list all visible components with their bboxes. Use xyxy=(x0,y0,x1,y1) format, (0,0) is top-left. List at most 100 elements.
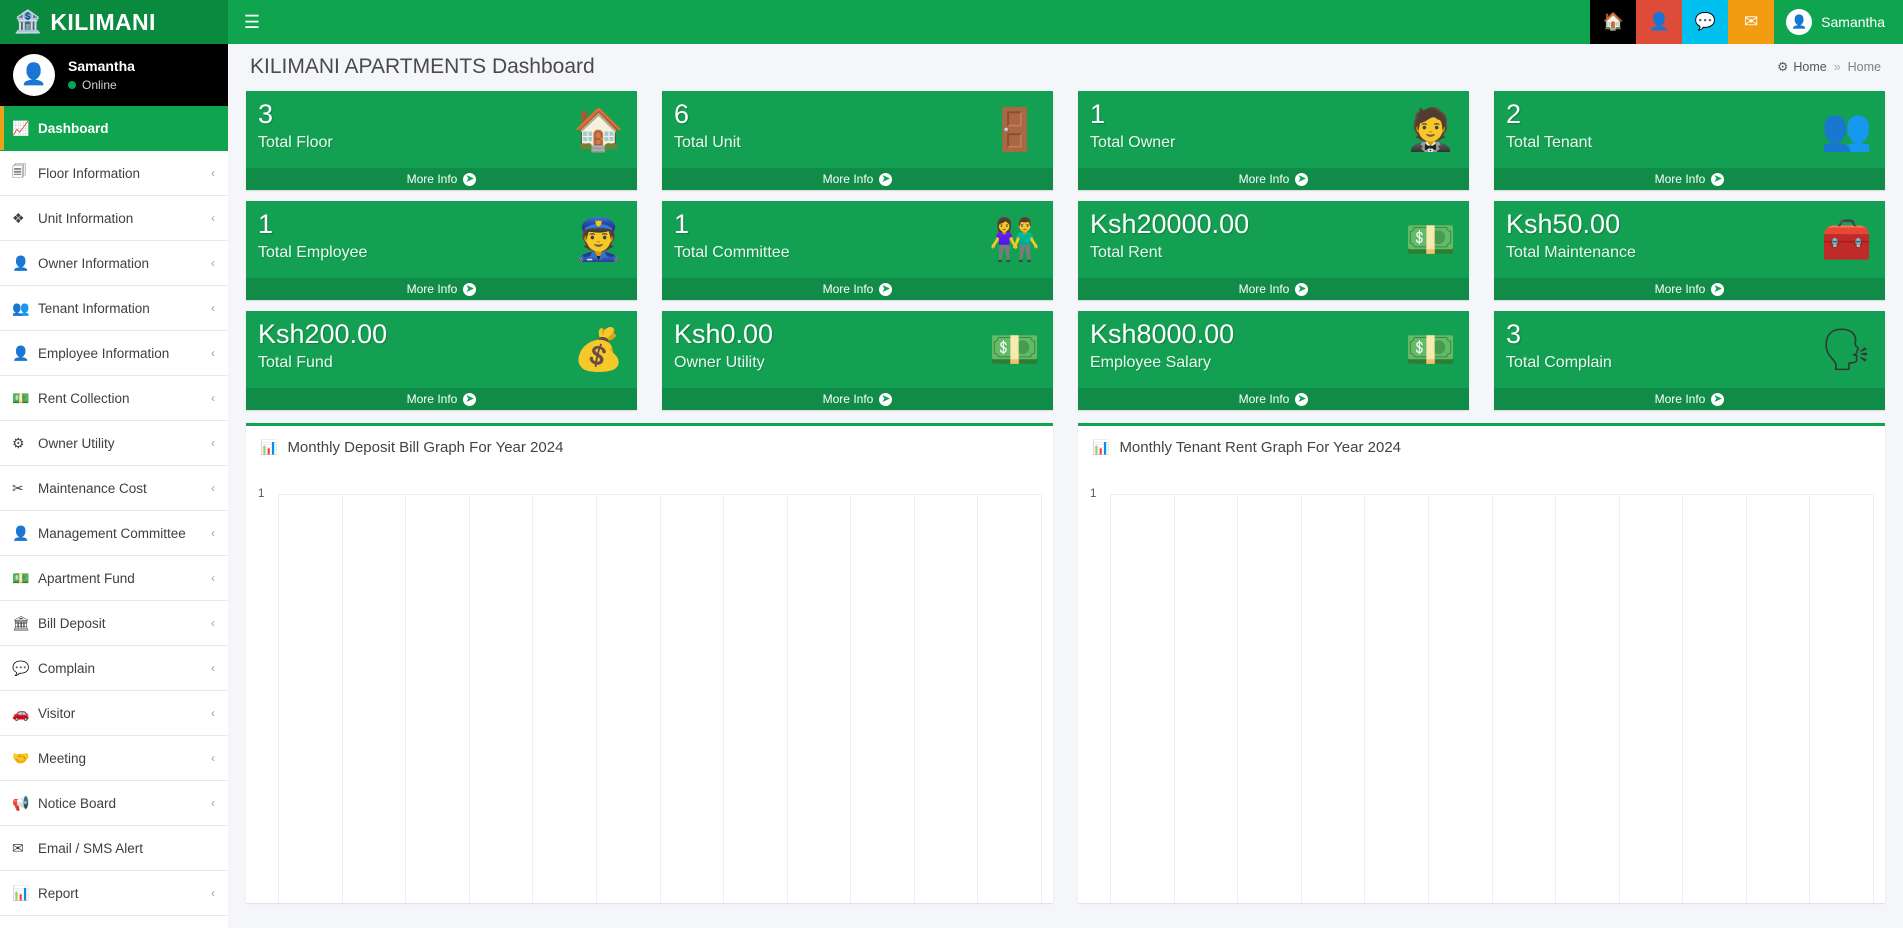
bank-icon: 🏛 xyxy=(12,614,30,631)
sidebar-user-name: Samantha xyxy=(68,58,135,74)
stat-card-label: Total Unit xyxy=(674,134,741,152)
arrow-right-icon: ➤ xyxy=(1711,392,1725,406)
stat-cards-grid: 3 Total Floor 🏠 More Info ➤ 6 Total Unit 🚪 More … xyxy=(246,89,1885,410)
stat-card: Ksh50.00 Total Maintenance 🧰 More Info ➤ xyxy=(1494,201,1885,300)
comments-icon: 💬 xyxy=(12,659,30,676)
toolbox-icon: 🧰 xyxy=(1820,216,1872,262)
user-avatar-icon: 👤 xyxy=(1786,9,1813,35)
stat-card-value: Ksh0.00 xyxy=(674,319,774,349)
stat-card-body: Ksh20000.00 Total Rent 💵 xyxy=(1078,201,1469,278)
sidebar-item-maintenance-cost[interactable]: ✂ Maintenance Cost ‹ xyxy=(0,466,228,511)
chart-plot-area: 1 xyxy=(246,468,1053,903)
sidebar-item-label: Bill Deposit xyxy=(38,615,106,631)
chart-canvas: 1 xyxy=(1090,474,1874,903)
more-info-button[interactable]: More Info ➤ xyxy=(662,388,1053,410)
more-info-button[interactable]: More Info ➤ xyxy=(1494,278,1885,300)
more-info-button[interactable]: More Info ➤ xyxy=(246,168,637,190)
chart-gridline xyxy=(1173,495,1175,903)
breadcrumb-separator: » xyxy=(1833,59,1841,74)
businessman-icon: 🤵 xyxy=(1404,106,1456,152)
sidebar-item-employee-information[interactable]: 👤 Employee Information ‹ xyxy=(0,331,228,376)
chevron-left-icon: ‹ xyxy=(211,211,215,225)
breadcrumb-item-1: Home xyxy=(1847,59,1881,74)
chart-gridline xyxy=(850,495,852,903)
sidebar-item-bill-deposit[interactable]: 🏛 Bill Deposit ‹ xyxy=(0,601,228,646)
more-info-button[interactable]: More Info ➤ xyxy=(662,278,1053,300)
sidebar-item-meeting[interactable]: 🤝 Meeting ‹ xyxy=(0,736,228,781)
user-icon[interactable]: 👤 xyxy=(1636,0,1683,44)
more-info-button[interactable]: More Info ➤ xyxy=(662,168,1053,190)
chart-y-tick: 1 xyxy=(1090,488,1097,500)
brand-logo[interactable]: 🏦 KILIMANI xyxy=(0,0,228,44)
chevron-left-icon: ‹ xyxy=(211,706,215,720)
account-menu[interactable]: 👤 Samantha xyxy=(1774,0,1903,44)
sidebar-item-notice-board[interactable]: 📢 Notice Board ‹ xyxy=(0,781,228,826)
chart-gridline xyxy=(1364,495,1366,903)
more-info-label: More Info xyxy=(406,172,458,186)
officer-icon: 👮 xyxy=(572,216,624,262)
money-bill-icon: 💵 xyxy=(12,569,30,586)
more-info-button[interactable]: More Info ➤ xyxy=(246,388,637,410)
sidebar-item-management-committee[interactable]: 👤 Management Committee ‹ xyxy=(0,511,228,556)
sidebar-item-unit-information[interactable]: ❖ Unit Information ‹ xyxy=(0,196,228,241)
stat-card: 1 Total Committee 👫 More Info ➤ xyxy=(662,201,1053,300)
more-info-label: More Info xyxy=(406,282,458,296)
stat-card: 2 Total Tenant 👥 More Info ➤ xyxy=(1494,91,1885,190)
chart-gridline xyxy=(532,495,534,903)
chevron-left-icon: ‹ xyxy=(211,886,215,900)
sidebar-item-email-sms-alert[interactable]: ✉ Email / SMS Alert xyxy=(0,826,228,871)
user-outline-icon: 👤 xyxy=(12,254,30,271)
arrow-right-icon: ➤ xyxy=(463,392,477,406)
users-icon: 👥 xyxy=(12,299,30,316)
stat-card: Ksh20000.00 Total Rent 💵 More Info ➤ xyxy=(1078,201,1469,300)
chart-gridline xyxy=(1809,495,1811,903)
envelope-icon[interactable]: ✉ xyxy=(1728,0,1775,44)
home-icon[interactable]: 🏠 xyxy=(1590,0,1637,44)
sidebar-item-label: Notice Board xyxy=(38,795,117,811)
bullhorn-icon: 📢 xyxy=(12,794,30,811)
sidebar: 🏦 KILIMANI 👤 Samantha Online 📈 Dashboard 🗐… xyxy=(0,0,228,928)
more-info-button[interactable]: More Info ➤ xyxy=(1494,168,1885,190)
more-info-button[interactable]: More Info ➤ xyxy=(1078,168,1469,190)
breadcrumb-home[interactable]: ⚙ Home xyxy=(1777,59,1827,75)
more-info-button[interactable]: More Info ➤ xyxy=(1078,388,1469,410)
hamburger-icon[interactable]: ☰ xyxy=(228,0,276,44)
chevron-left-icon: ‹ xyxy=(211,166,215,180)
sidebar-item-owner-utility[interactable]: ⚙ Owner Utility ‹ xyxy=(0,421,228,466)
sidebar-item-visitor[interactable]: 🚗 Visitor ‹ xyxy=(0,691,228,736)
stat-card-value: 3 xyxy=(1506,319,1522,349)
stat-card-value: 6 xyxy=(674,99,690,129)
sidebar-item-report[interactable]: 📊 Report ‹ xyxy=(0,871,228,916)
more-info-button[interactable]: More Info ➤ xyxy=(246,278,637,300)
sidebar-item-label: Apartment Fund xyxy=(38,570,135,586)
copy-icon: 🗐 xyxy=(12,163,26,179)
sidebar-item-label: Owner Information xyxy=(38,255,150,271)
sidebar-item-label: Rent Collection xyxy=(38,390,130,406)
stat-card-value: Ksh200.00 xyxy=(258,319,388,349)
sidebar-item-floor-information[interactable]: 🗐 Floor Information ‹ xyxy=(0,151,228,196)
sidebar-item-tenant-information[interactable]: 👥 Tenant Information ‹ xyxy=(0,286,228,331)
chevron-left-icon: ‹ xyxy=(211,616,215,630)
chart-plot-area: 1 xyxy=(1078,468,1885,903)
arrow-right-icon: ➤ xyxy=(463,172,477,186)
stat-card: Ksh0.00 Owner Utility 💵 More Info ➤ xyxy=(662,311,1053,410)
sidebar-item-complain[interactable]: 💬 Complain ‹ xyxy=(0,646,228,691)
user-solid-icon: 👤 xyxy=(12,344,30,361)
chat-icon[interactable]: 💬 xyxy=(1682,0,1729,44)
more-info-button[interactable]: More Info ➤ xyxy=(1078,278,1469,300)
chart-line-icon: 📈 xyxy=(12,119,30,136)
chart-gridline xyxy=(278,495,279,903)
main-region: ☰ 🏠 👤 💬 ✉ 👤 Samantha KILIMANI APARTMENTS… xyxy=(228,0,1903,928)
more-info-button[interactable]: More Info ➤ xyxy=(1494,388,1885,410)
sidebar-item-owner-information[interactable]: 👤 Owner Information ‹ xyxy=(0,241,228,286)
sidebar-item-rent-collection[interactable]: 💵 Rent Collection ‹ xyxy=(0,376,228,421)
sidebar-item-apartment-fund[interactable]: 💵 Apartment Fund ‹ xyxy=(0,556,228,601)
sidebar-item-dashboard[interactable]: 📈 Dashboard xyxy=(0,106,228,151)
sidebar-user-panel: 👤 Samantha Online xyxy=(0,44,228,106)
chevron-left-icon: ‹ xyxy=(211,301,215,315)
user-avatar-icon: 👤 xyxy=(13,54,55,96)
sidebar-item-label: Management Committee xyxy=(38,525,186,541)
chart-gridline xyxy=(659,495,661,903)
handshake-icon: 🤝 xyxy=(12,749,30,766)
stat-card: 6 Total Unit 🚪 More Info ➤ xyxy=(662,91,1053,190)
